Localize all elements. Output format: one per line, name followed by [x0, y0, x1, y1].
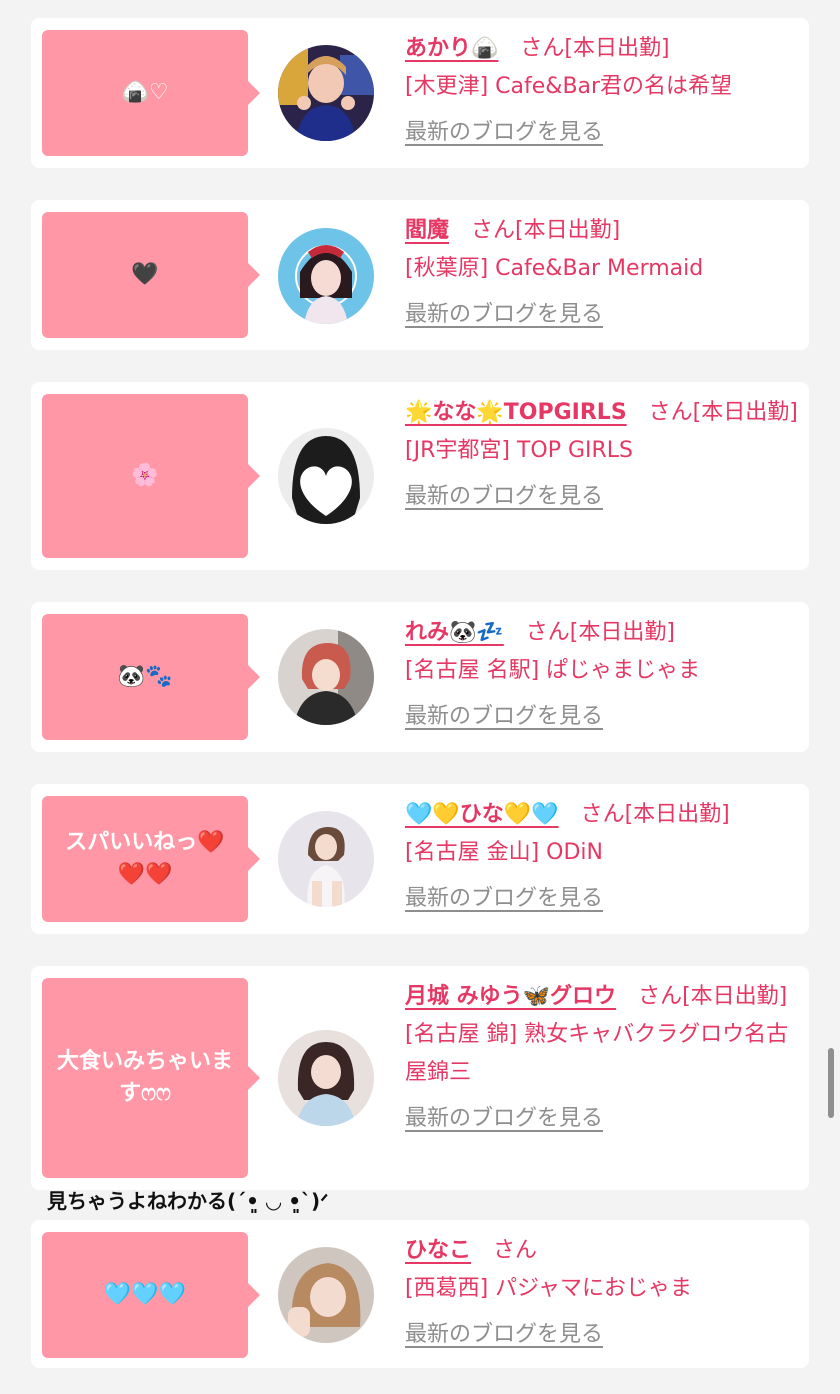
avatar[interactable] [278, 1030, 374, 1126]
cast-name-link[interactable]: ひなこ [405, 1238, 471, 1263]
avatar[interactable] [278, 228, 374, 324]
status-text: さん[本日出勤] [580, 802, 730, 827]
comment-text: 見ちゃうよねわかる(ˊ•͈ ◡ •͈ˋ)ᐟ [47, 1189, 329, 1213]
entry-info: 月城 みゆう🦋グロウ さん[本日出勤] [名古屋 錦] 熟女キャバクラグロウ名古屋… [405, 978, 801, 1138]
entry-info: 閻魔 さん[本日出勤] [秋葉原] Cafe&Bar Mermaid 最新のブログ… [405, 212, 801, 334]
shop-text: [木更津] Cafe&Bar君の名は希望 [405, 74, 733, 99]
blog-link[interactable]: 最新のブログを見る [405, 1100, 801, 1138]
cast-name-link[interactable]: 閻魔 [405, 218, 449, 243]
message-bubble: 大食いみちゃいますෆෆ [42, 978, 260, 1178]
cast-name-link[interactable]: 🩵💛ひな💛🩵 [405, 802, 559, 827]
shop-text: [秋葉原] Cafe&Bar Mermaid [405, 256, 704, 281]
message-bubble: スパいいねっ❤️❤️❤️ [42, 796, 260, 922]
status-text: さん[本日出勤] [520, 36, 670, 61]
blog-link[interactable]: 最新のブログを見る [405, 1316, 801, 1354]
message-text: 🖤 [131, 262, 159, 287]
status-text: さん[本日出勤] [638, 984, 788, 1009]
shop-text: [名古屋 名駅] ぱじゃまじゃま [405, 658, 701, 683]
cast-name-link[interactable]: 月城 みゆう🦋グロウ [405, 984, 616, 1009]
post-card: スパいいねっ❤️❤️❤️ 🩵💛ひな💛🩵 さん[本日出勤] [名古屋 金山] ODi… [31, 784, 809, 934]
blog-link[interactable]: 最新のブログを見る [405, 880, 801, 918]
blog-link[interactable]: 最新のブログを見る [405, 296, 801, 334]
scrollbar[interactable] [828, 1048, 834, 1118]
post-card: 🍙♡ あかり🍙 さん[本日出勤] [木更津] Cafe&Bar君の名は希望 最新の… [31, 18, 809, 168]
entry-info: 🌟なな🌟TOPGIRLS さん[本日出勤] [JR宇都宮] TOP GIRLS 最… [405, 394, 801, 516]
shop-text: [名古屋 錦] 熟女キャバクラグロウ名古屋錦三 [405, 1022, 789, 1085]
entry-info: れみ🐼💤 さん[本日出勤] [名古屋 名駅] ぱじゃまじゃま 最新のブログを見る [405, 614, 801, 736]
status-text: さん[本日出勤] [525, 620, 675, 645]
message-bubble: 🌸 [42, 394, 260, 558]
blog-link[interactable]: 最新のブログを見る [405, 478, 801, 516]
avatar[interactable] [278, 428, 374, 524]
post-card: 🩵🩵🩵 ひなこ さん [西葛西] パジャマにおじゃま 最新のブログを見る [31, 1220, 809, 1368]
name-line: 月城 みゆう🦋グロウ さん[本日出勤] [405, 978, 801, 1016]
message-text: スパいいねっ❤️❤️❤️ [65, 830, 225, 887]
shop-text: [名古屋 金山] ODiN [405, 840, 603, 865]
entry-info: ひなこ さん [西葛西] パジャマにおじゃま 最新のブログを見る [405, 1232, 801, 1354]
avatar[interactable] [278, 811, 374, 907]
name-line: 🩵💛ひな💛🩵 さん[本日出勤] [405, 796, 801, 834]
message-text: 大食いみちゃいますෆෆ [56, 1049, 233, 1106]
cast-name-link[interactable]: あかり🍙 [405, 36, 498, 61]
entry-info: あかり🍙 さん[本日出勤] [木更津] Cafe&Bar君の名は希望 最新のブログ… [405, 30, 801, 152]
avatar[interactable] [278, 629, 374, 725]
message-bubble: 🍙♡ [42, 30, 260, 156]
name-line: 閻魔 さん[本日出勤] [405, 212, 801, 250]
name-line: ひなこ さん [405, 1232, 801, 1270]
name-line: あかり🍙 さん[本日出勤] [405, 30, 801, 68]
post-card: 🌸 🌟なな🌟TOPGIRLS さん[本日出勤] [JR宇都宮] TOP GIRLS… [31, 382, 809, 570]
shop-text: [西葛西] パジャマにおじゃま [405, 1276, 693, 1301]
post-card: 🐼🐾 れみ🐼💤 さん[本日出勤] [名古屋 名駅] ぱじゃまじゃま 最新のブログを… [31, 602, 809, 752]
shop-text: [JR宇都宮] TOP GIRLS [405, 438, 633, 463]
name-line: 🌟なな🌟TOPGIRLS さん[本日出勤] [405, 394, 801, 432]
name-line: れみ🐼💤 さん[本日出勤] [405, 614, 801, 652]
message-text: 🩵🩵🩵 [103, 1282, 187, 1307]
cast-name-link[interactable]: れみ🐼💤 [405, 620, 504, 645]
message-text: 🌸 [131, 463, 159, 488]
entry-info: 🩵💛ひな💛🩵 さん[本日出勤] [名古屋 金山] ODiN 最新のブログを見る [405, 796, 801, 918]
status-text: さん[本日出勤] [648, 400, 798, 425]
message-bubble: 🐼🐾 [42, 614, 260, 740]
message-bubble: 🖤 [42, 212, 260, 338]
message-bubble: 🩵🩵🩵 [42, 1232, 260, 1358]
message-text: 🐼🐾 [117, 664, 173, 689]
post-card: 大食いみちゃいますෆෆ 月城 みゆう🦋グロウ さん[本日出勤] [名古屋 錦] 熟… [31, 966, 809, 1190]
blog-link[interactable]: 最新のブログを見る [405, 114, 801, 152]
cast-name-link[interactable]: 🌟なな🌟TOPGIRLS [405, 400, 627, 425]
status-text: さん[本日出勤] [471, 218, 621, 243]
blog-link[interactable]: 最新のブログを見る [405, 698, 801, 736]
avatar[interactable] [278, 45, 374, 141]
post-card: 🖤 閻魔 さん[本日出勤] [秋葉原] Cafe&Bar Mermaid 最新のブ… [31, 200, 809, 350]
avatar[interactable] [278, 1247, 374, 1343]
status-text: さん [493, 1238, 538, 1263]
message-text: 🍙♡ [121, 80, 169, 105]
